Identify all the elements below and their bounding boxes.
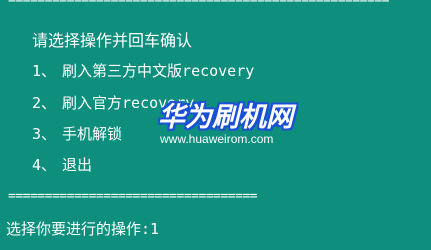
console-window: ========================================… [0, 0, 431, 250]
watermark-title: 华为刷机网 [158, 102, 293, 132]
watermark-logo: 华为刷机网 www.huaweirom.com [158, 102, 293, 150]
menu-item-label: 退出 [62, 156, 93, 174]
menu-item-number: 1、 [32, 62, 57, 80]
separator-bottom: ================================== [8, 190, 258, 204]
menu-item-number: 4、 [32, 156, 57, 174]
menu-item-1: 1、 刷入第三方中文版recovery [32, 62, 254, 80]
command-input-line[interactable]: 选择你要进行的操作:1 [6, 220, 159, 238]
separator-top: ========================================… [8, 0, 390, 8]
menu-item-number: 2、 [32, 94, 57, 112]
watermark-url: www.huaweirom.com [160, 132, 274, 146]
menu-item-label: 刷入第三方中文版recovery [62, 62, 255, 80]
menu-item-label: 手机解锁 [62, 125, 123, 143]
menu-item-3: 3、 手机解锁 [32, 125, 122, 143]
menu-item-number: 3、 [32, 125, 57, 143]
prompt-title: 请选择操作并回车确认 [32, 31, 193, 50]
menu-item-4: 4、 退出 [32, 156, 92, 174]
